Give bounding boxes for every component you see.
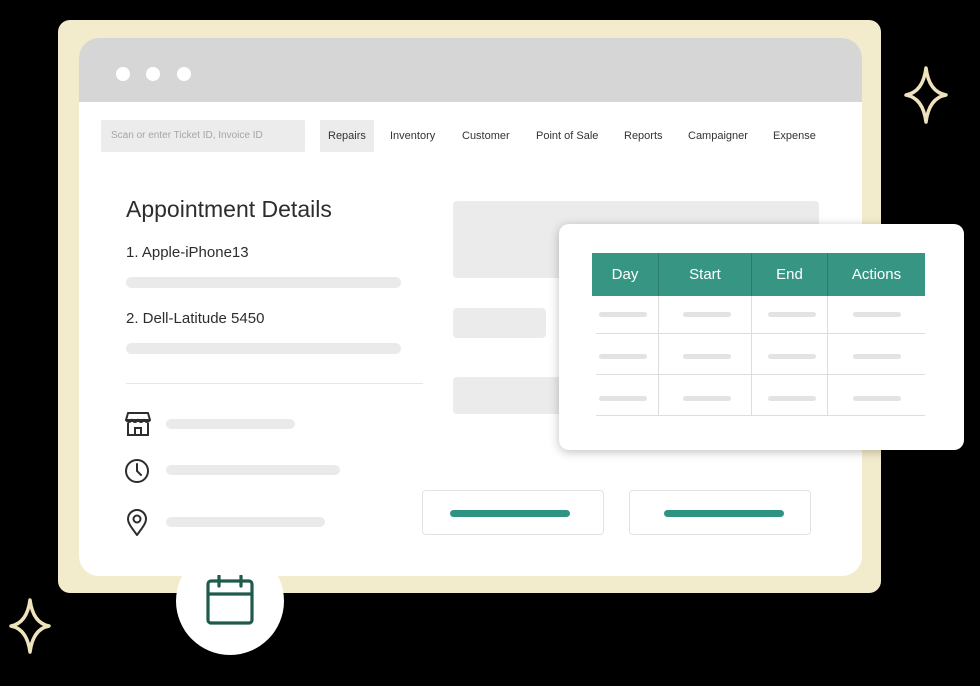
nav-campaigner[interactable]: Campaigner xyxy=(688,120,748,152)
action-button-1[interactable] xyxy=(422,490,604,535)
column-header-start: Start xyxy=(689,266,721,283)
column-header-end: End xyxy=(776,266,803,283)
clock-icon xyxy=(125,459,149,483)
divider xyxy=(126,383,423,384)
column-header-actions: Actions xyxy=(851,266,902,283)
window-dot-maximize[interactable] xyxy=(177,67,191,81)
placeholder-bar xyxy=(166,517,325,527)
device-item-1: 1. Apple-iPhone13 xyxy=(126,244,249,261)
location-pin-icon xyxy=(127,509,147,536)
schedule-card: Day Start End Actions xyxy=(559,224,964,450)
window-dot-minimize[interactable] xyxy=(146,67,160,81)
search-input[interactable]: Scan or enter Ticket ID, Invoice ID xyxy=(101,120,305,152)
nav-reports[interactable]: Reports xyxy=(624,120,663,152)
placeholder-bar xyxy=(166,465,340,475)
placeholder-bar xyxy=(126,343,401,354)
column-header-day: Day xyxy=(611,266,639,283)
sparkle-icon xyxy=(9,598,51,654)
placeholder-block xyxy=(453,377,573,414)
placeholder-bar xyxy=(166,419,295,429)
calendar-icon xyxy=(206,575,254,625)
store-icon xyxy=(125,412,151,436)
nav-expense[interactable]: Expense xyxy=(773,120,816,152)
page-title: Appointment Details xyxy=(126,196,332,222)
sparkle-icon xyxy=(904,66,948,124)
nav-point-of-sale[interactable]: Point of Sale xyxy=(536,120,598,152)
nav-inventory[interactable]: Inventory xyxy=(390,120,435,152)
placeholder-bar xyxy=(126,277,401,288)
nav-repairs[interactable]: Repairs xyxy=(320,120,374,152)
device-item-2: 2. Dell-Latitude 5450 xyxy=(126,310,265,327)
window-dot-close[interactable] xyxy=(116,67,130,81)
placeholder-block xyxy=(453,308,546,338)
title-bar xyxy=(79,38,862,102)
action-button-2[interactable] xyxy=(629,490,811,535)
table-header: Day Start End Actions xyxy=(592,253,925,296)
calendar-badge[interactable] xyxy=(176,547,284,655)
nav-customer[interactable]: Customer xyxy=(462,120,510,152)
